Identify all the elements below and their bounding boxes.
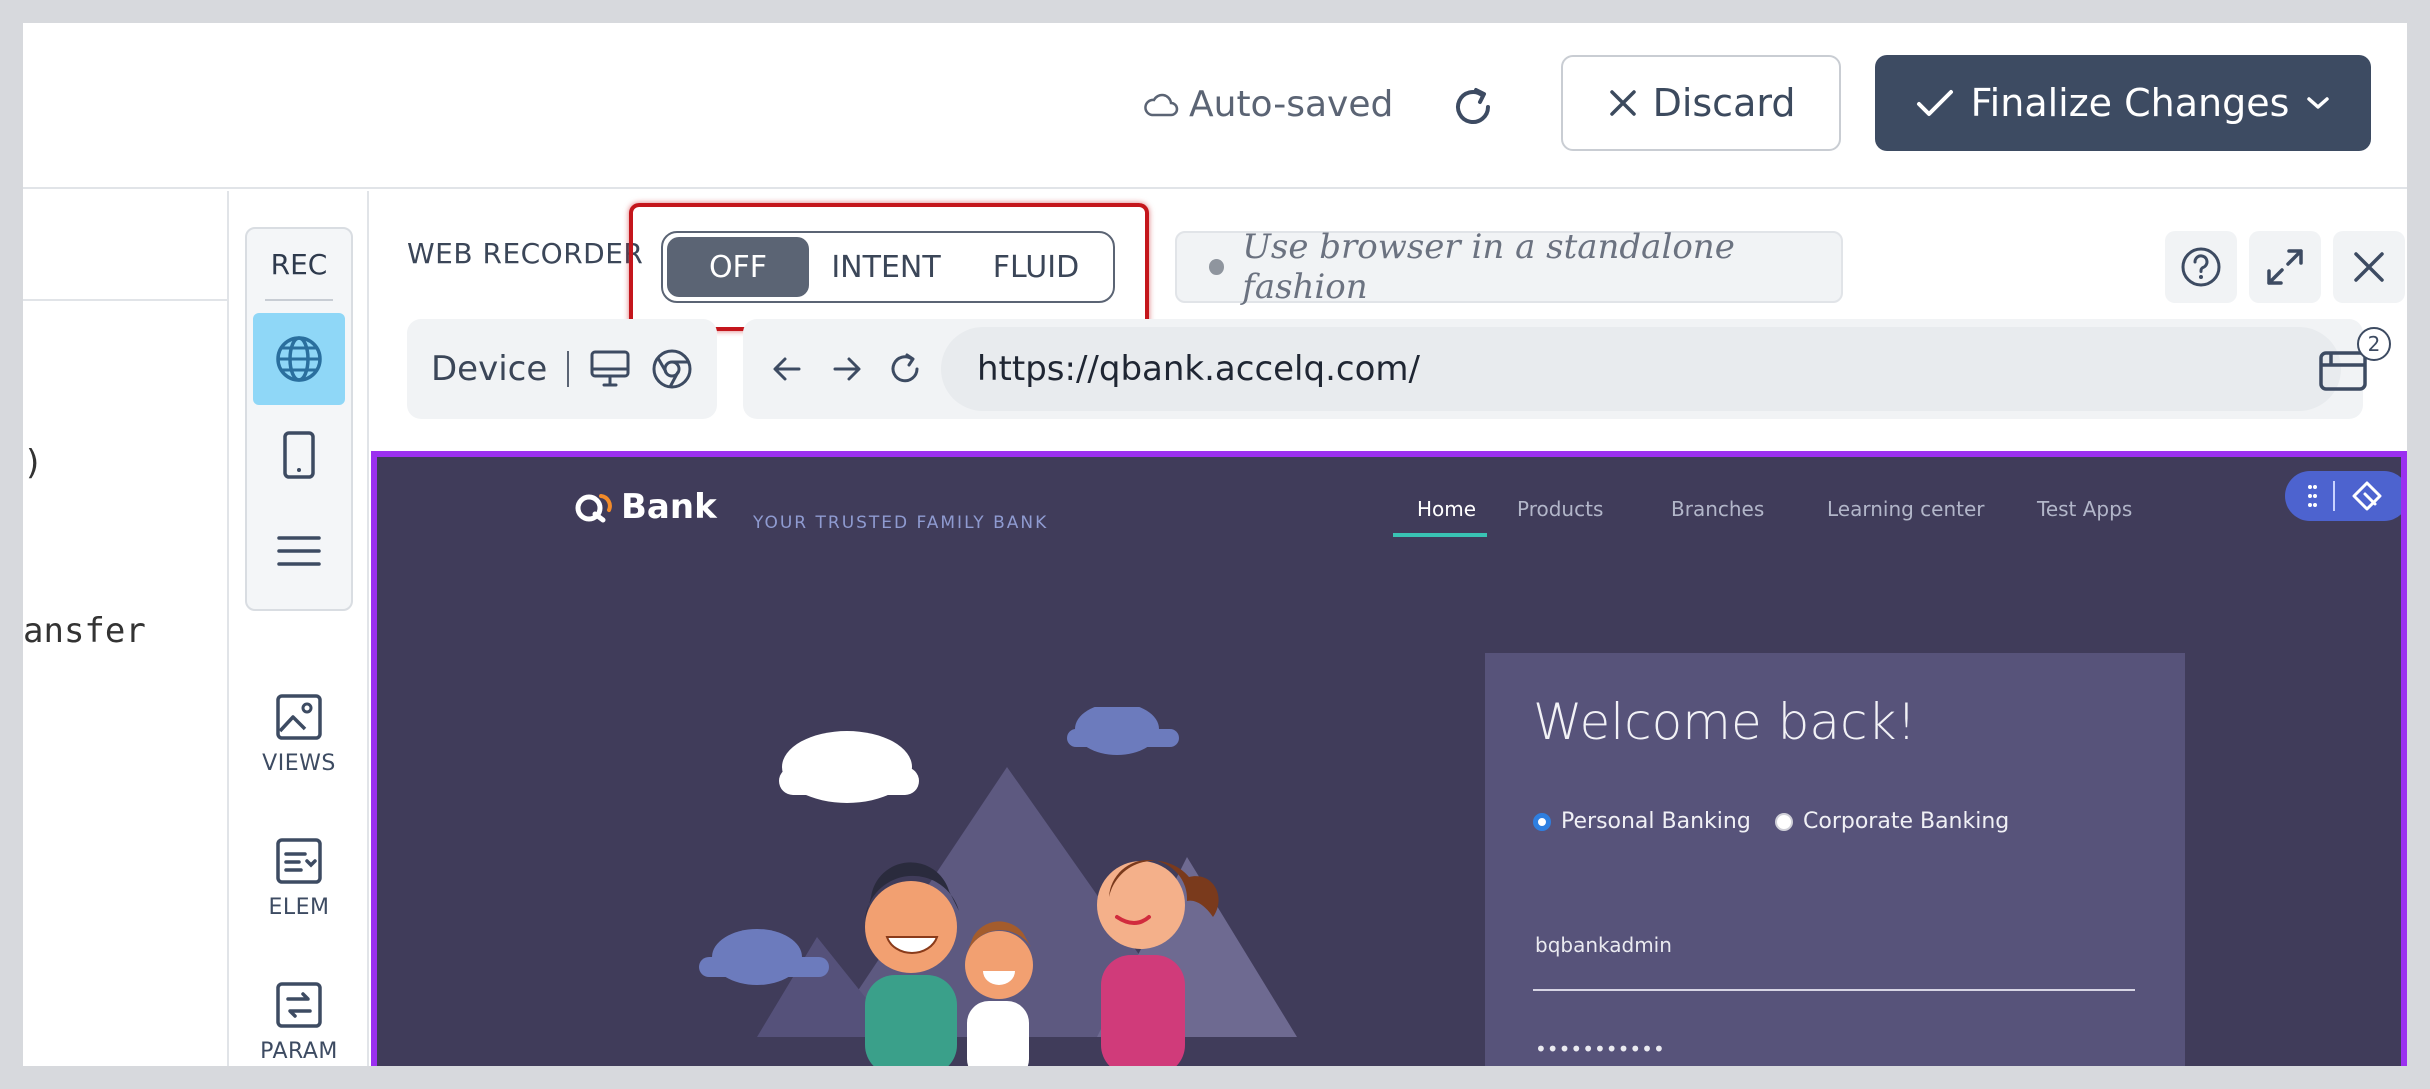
mode-fluid-button[interactable]: FLUID [963,237,1109,297]
bank-logo-icon [575,494,612,523]
refresh-icon [1456,88,1490,124]
website-preview[interactable]: Bank YOUR TRUSTED FAMILY BANK Home Produ… [371,451,2407,1066]
globe-icon [276,336,322,382]
login-card: Welcome back! Personal Banking Corporate… [1485,653,2185,1066]
expand-button[interactable] [2249,231,2321,303]
element-icon [276,838,322,884]
menu-button[interactable] [253,505,345,597]
logo-text: Bank [621,487,717,527]
browser-address-bar: https://qbank.accelq.com/ [743,319,2363,419]
site-nav-branches[interactable]: Branches [1671,497,1764,521]
welcome-heading: Welcome back! [1533,693,1917,751]
site-nav-test-apps[interactable]: Test Apps [2037,497,2132,521]
device-label: Device [431,349,548,389]
finalize-label: Finalize Changes [1970,81,2290,125]
back-button[interactable] [767,349,807,389]
divider [567,351,570,387]
web-recorder-title: WEB RECORDER [407,237,644,270]
refresh-button[interactable] [1443,77,1503,137]
radio-button[interactable] [1533,812,1551,831]
param-tool[interactable]: PARAM [231,981,367,1066]
mode-off-button[interactable]: OFF [667,237,809,297]
username-input[interactable]: bqbankadmin [1535,933,1672,957]
code-line: ) [23,443,44,483]
code-panel: ) ansfer [23,191,229,1066]
web-recorder-panel: WEB RECORDER OFF INTENT FLUID Use browse… [371,191,2407,1066]
recorder-widget[interactable] [2285,471,2401,521]
status-dot [1209,259,1225,275]
rec-group: REC [245,227,353,611]
param-icon [276,982,322,1028]
arrow-left-icon [773,357,801,381]
help-icon [2181,247,2221,287]
check-icon [1916,90,1953,116]
chrome-icon[interactable] [651,348,693,390]
standalone-browser-toggle[interactable]: Use browser in a standalone fashion [1175,227,1843,307]
top-header: Auto-saved Discard Finalize Changes [23,23,2407,189]
active-nav-indicator [1393,533,1487,537]
image-icon [276,694,322,740]
desktop-icon[interactable] [589,349,631,389]
reload-button[interactable] [885,349,925,389]
personal-banking-label: Personal Banking [1561,809,1751,834]
divider [265,299,333,301]
help-button[interactable] [2165,231,2237,303]
family-illustration [699,707,1297,1066]
divider [2333,481,2335,511]
views-label: VIEWS [262,751,336,776]
web-mode-button[interactable] [253,313,345,405]
device-selector: Device [407,319,717,419]
discard-label: Discard [1652,81,1796,125]
tabs-count-badge: 2 [2357,327,2391,361]
chevron-down-icon[interactable] [2305,94,2331,112]
arrow-right-icon [833,357,861,381]
mobile-icon [283,431,315,479]
reload-icon [891,353,919,383]
site-logo[interactable]: Bank [573,487,717,527]
autosave-label: Auto-saved [1189,83,1394,125]
site-nav-home[interactable]: Home [1417,497,1476,521]
param-label: PARAM [260,1039,338,1064]
cloud-icon [1144,93,1179,117]
mode-intent-button[interactable]: INTENT [813,237,959,297]
corporate-banking-label: Corporate Banking [1803,809,2010,834]
elem-tool[interactable]: ELEM [231,837,367,957]
expand-icon [2267,249,2303,285]
views-tool[interactable]: VIEWS [231,693,367,813]
recorder-mode-toggle: OFF INTENT FLUID [661,231,1115,303]
close-icon [1609,90,1636,116]
browser-tabs-button[interactable]: 2 [2315,327,2391,403]
hamburger-icon [277,536,321,566]
url-input[interactable]: https://qbank.accelq.com/ [941,327,2341,411]
finalize-changes-button[interactable]: Finalize Changes [1875,55,2371,151]
elem-label: ELEM [268,895,330,920]
tool-rail: REC VIEWS ELEM PARAM [231,191,369,1066]
close-recorder-button[interactable] [2333,231,2405,303]
code-line: ansfer [23,611,146,651]
app-window: Auto-saved Discard Finalize Changes) an… [23,23,2407,1066]
rec-label: REC [270,247,328,281]
site-nav-learning-center[interactable]: Learning center [1827,497,1985,521]
autosave-status: Auto-saved [1143,79,1393,129]
corporate-banking-option[interactable]: Corporate Banking [1775,809,2009,834]
discard-button[interactable]: Discard [1561,55,1841,151]
personal-banking-option[interactable]: Personal Banking [1533,809,1751,834]
site-tagline: YOUR TRUSTED FAMILY BANK [753,513,1049,533]
site-nav-products[interactable]: Products [1517,497,1603,521]
radio-button[interactable] [1775,812,1793,831]
password-input[interactable]: ••••••••••• [1535,1037,1665,1061]
close-icon [2354,252,2384,282]
mobile-mode-button[interactable] [253,409,345,501]
magic-select-icon[interactable] [2351,480,2383,512]
drag-handle-icon[interactable] [2307,483,2317,509]
code-panel-header [23,191,227,301]
username-underline [1533,989,2135,991]
standalone-label: Use browser in a standalone fashion [1242,227,1735,307]
forward-button[interactable] [827,349,867,389]
